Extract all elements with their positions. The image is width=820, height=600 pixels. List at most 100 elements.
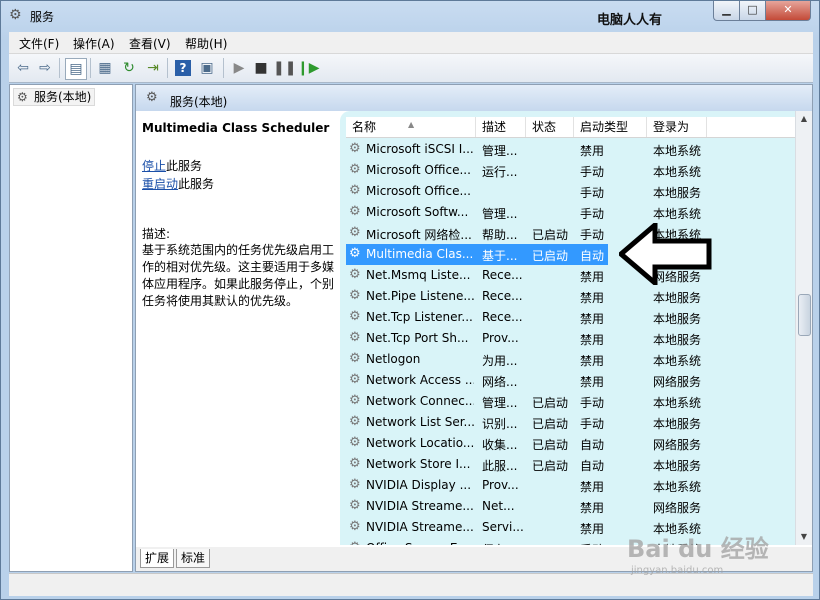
table-row[interactable]: ⚙ Network Connec... 管理... 已启动 手动 本地系统 xyxy=(346,391,798,412)
service-gear-icon: ⚙ xyxy=(349,288,361,303)
minimize-button[interactable]: ▁ xyxy=(713,1,740,21)
menu-bar: 文件(F) 操作(A) 查看(V) 帮助(H) xyxy=(9,32,813,54)
forward-arrow-icon[interactable]: ⇨ xyxy=(35,58,55,78)
cell-name: Network List Ser... xyxy=(366,415,474,429)
cell-startup-type: 手动 xyxy=(580,165,605,179)
table-row[interactable]: ⚙ Net.Msmq Liste... Rece... 禁用 网络服务 xyxy=(346,265,798,286)
back-arrow-icon[interactable]: ⇦ xyxy=(13,58,33,78)
watermark-text: 电脑人人有 xyxy=(597,13,663,28)
cell-startup-type: 禁用 xyxy=(580,333,605,347)
table-row[interactable]: ⚙ Network List Ser... 识别... 已启动 手动 本地服务 xyxy=(346,412,798,433)
scroll-thumb[interactable] xyxy=(798,294,811,336)
restart-service-link[interactable]: 重启动 xyxy=(142,177,178,191)
show-hide-tree-icon[interactable]: ▤ xyxy=(65,58,87,80)
refresh-icon[interactable]: ↻ xyxy=(119,58,139,78)
window-title: 服务 xyxy=(30,10,55,24)
toolbar-separator xyxy=(90,58,91,78)
play-icon[interactable]: ▶ xyxy=(229,58,249,78)
service-gear-icon: ⚙ xyxy=(349,477,361,492)
cell-logon-as: 本地服务 xyxy=(653,312,702,326)
tab-extended[interactable]: 扩展 xyxy=(140,549,175,568)
table-row[interactable]: ⚙ NVIDIA Streame... Net... 禁用 网络服务 xyxy=(346,496,798,517)
table-row[interactable]: ⚙ Net.Pipe Listene... Rece... 禁用 本地服务 xyxy=(346,286,798,307)
column-header-description[interactable]: 描述 xyxy=(476,117,526,137)
table-row[interactable]: ⚙ Microsoft Office... 运行... 手动 本地系统 xyxy=(346,160,798,181)
service-gear-icon: ⚙ xyxy=(349,540,361,545)
cell-description: 保存... xyxy=(482,541,530,545)
table-row[interactable]: ⚙ Network Store I... 此服... 已启动 自动 本地服务 xyxy=(346,454,798,475)
close-button[interactable]: ✕ xyxy=(765,1,811,21)
pointer-arrow-icon xyxy=(619,223,712,285)
cell-name: Microsoft Office... xyxy=(366,184,471,198)
tab-standard[interactable]: 标准 xyxy=(176,549,211,568)
maximize-button[interactable]: □ xyxy=(739,1,766,21)
menu-action[interactable]: 操作(A) xyxy=(73,35,115,52)
column-header-name[interactable]: 名称 ▲ xyxy=(346,117,476,137)
cell-description: Servi... xyxy=(482,520,524,534)
cell-logon-as: 本地服务 xyxy=(653,417,702,431)
console-tree: ⚙ 服务(本地) xyxy=(9,84,133,572)
cell-name: Microsoft Office... xyxy=(366,163,471,177)
table-row[interactable]: ⚙ Network Locatio... 收集... 已启动 自动 网络服务 xyxy=(346,433,798,454)
tree-item-label: 服务(本地) xyxy=(34,90,92,104)
cell-startup-type: 自动 xyxy=(580,438,605,452)
table-row[interactable]: ⚙ Netlogon 为用... 禁用 本地系统 xyxy=(346,349,798,370)
service-gear-icon: ⚙ xyxy=(349,519,361,534)
stop-icon[interactable]: ■ xyxy=(251,58,271,78)
help-icon[interactable]: ? xyxy=(175,60,191,76)
cell-startup-type: 禁用 xyxy=(580,144,605,158)
scroll-up-icon[interactable]: ▲ xyxy=(796,111,812,127)
table-row[interactable]: ⚙ Microsoft iSCSI I... 管理... 禁用 本地系统 xyxy=(346,139,798,160)
service-gear-icon: ⚙ xyxy=(349,225,361,240)
console-icon[interactable]: ▣ xyxy=(197,58,217,78)
menu-view[interactable]: 查看(V) xyxy=(129,35,171,52)
service-gear-icon: ⚙ xyxy=(349,309,361,324)
table-row[interactable]: ⚙ Network Access ... 网络... 禁用 网络服务 xyxy=(346,370,798,391)
table-row[interactable]: ⚙ Microsoft Office... 手动 本地服务 xyxy=(346,181,798,202)
cell-startup-type: 禁用 xyxy=(580,312,605,326)
cell-name: Netlogon xyxy=(366,352,421,366)
baidu-watermark: Bai du 经验 jingyan.baidu.com xyxy=(627,529,769,576)
export-icon[interactable]: ⇥ xyxy=(143,58,163,78)
table-row[interactable]: ⚙ NVIDIA Display ... Prov... 禁用 本地系统 xyxy=(346,475,798,496)
services-gear-icon: ⚙ xyxy=(9,7,22,23)
scroll-down-icon[interactable]: ▼ xyxy=(796,529,812,545)
cell-startup-type: 禁用 xyxy=(580,375,605,389)
column-header-status[interactable]: 状态 xyxy=(526,117,574,137)
menu-file[interactable]: 文件(F) xyxy=(19,35,59,52)
service-gear-icon: ⚙ xyxy=(349,414,361,429)
pause-icon[interactable]: ❚❚ xyxy=(273,58,296,78)
vertical-scrollbar[interactable]: ▲ ▼ xyxy=(795,111,812,545)
pane-header: ⚙ 服务(本地) xyxy=(136,85,812,111)
cell-logon-as: 网络服务 xyxy=(653,501,702,515)
menu-help[interactable]: 帮助(H) xyxy=(185,35,227,52)
cell-description: Prov... xyxy=(482,478,519,492)
cell-status: 已启动 xyxy=(532,417,569,431)
cell-description: 收集... xyxy=(482,438,518,452)
description-line: 基于系统范围内的任务优先级启用工 xyxy=(142,243,335,257)
table-row[interactable]: ⚙ Net.Tcp Port Sh... Prov... 禁用 本地服务 xyxy=(346,328,798,349)
title-bar[interactable]: ⚙ 服务 电脑人人有 ▁ □ ✕ xyxy=(1,1,819,31)
sort-up-icon: ▲ xyxy=(408,120,415,129)
column-header-startup-type[interactable]: 启动类型 xyxy=(574,117,647,137)
cell-startup-type: 手动 xyxy=(580,417,605,431)
table-row[interactable]: ⚙ Net.Tcp Listener... Rece... 禁用 本地服务 xyxy=(346,307,798,328)
watermark-url: jingyan.baidu.com xyxy=(631,565,724,576)
properties-icon[interactable]: ▦ xyxy=(95,58,115,78)
cell-startup-type: 自动 xyxy=(580,459,605,473)
cell-logon-as: 本地系统 xyxy=(653,396,702,410)
cell-description: 管理... xyxy=(482,207,518,221)
cell-description: 帮助... xyxy=(482,228,518,242)
column-header-logon-as[interactable]: 登录为 xyxy=(647,117,707,137)
cell-logon-as: 本地系统 xyxy=(653,354,702,368)
table-row[interactable]: ⚙ Microsoft Softw... 管理... 手动 本地系统 xyxy=(346,202,798,223)
service-gear-icon: ⚙ xyxy=(349,372,361,387)
table-row[interactable]: ⚙Multimedia Clas...基于...已启动自动本地系统 xyxy=(346,244,701,265)
stop-service-link[interactable]: 停止 xyxy=(142,159,166,173)
tree-item-services-local[interactable]: ⚙ 服务(本地) xyxy=(13,88,96,106)
restart-icon[interactable]: ❙▶ xyxy=(297,58,320,78)
cell-logon-as: 本地服务 xyxy=(653,186,702,200)
table-row[interactable]: ⚙ Microsoft 网络检... 帮助... 已启动 手动 本地系统 xyxy=(346,223,798,244)
description-text: 基于系统范围内的任务优先级启用工 作的相对优先级。这主要适用于多媒 体应用程序。… xyxy=(142,242,338,310)
cell-name: Network Locatio... xyxy=(366,436,474,450)
